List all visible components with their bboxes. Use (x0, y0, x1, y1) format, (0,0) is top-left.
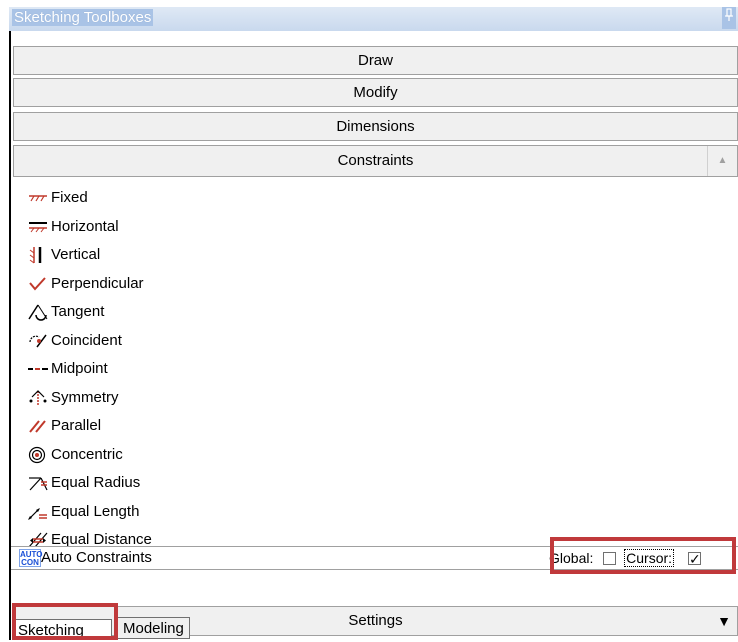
equal-length-icon (27, 503, 49, 521)
constraint-label: Concentric (51, 445, 123, 463)
auto-icon-bottom: CON (21, 558, 39, 567)
pin-icon[interactable] (722, 7, 736, 29)
section-constraints-label: Constraints (337, 152, 414, 169)
section-constraints[interactable]: Constraints ▲ (13, 145, 738, 177)
constraint-perpendicular[interactable]: Perpendicular (15, 270, 555, 299)
constraint-label: Symmetry (51, 388, 119, 406)
auto-constraints-icon: AUTO CON (19, 549, 43, 567)
constraint-equal-length[interactable]: Equal Length (15, 498, 555, 527)
constraint-parallel[interactable]: Parallel (15, 412, 555, 441)
constraint-label: Horizontal (51, 217, 119, 235)
fixed-icon (27, 189, 49, 207)
vertical-icon (27, 246, 49, 264)
constraint-fixed[interactable]: Fixed (15, 184, 555, 213)
title-bar: Sketching Toolboxes (9, 7, 738, 31)
scroll-up-icon[interactable]: ▲ (707, 146, 737, 176)
window-title: Sketching Toolboxes (12, 9, 154, 26)
coincident-icon (27, 332, 49, 350)
tangent-icon (27, 303, 49, 321)
cursor-label: Cursor: (624, 549, 675, 567)
global-label: Global: (549, 550, 594, 566)
constraint-equal-radius[interactable]: Equal Radius (15, 469, 555, 498)
constraint-label: Vertical (51, 246, 101, 264)
constraint-label: Perpendicular (51, 274, 144, 292)
constraint-tangent[interactable]: Tangent (15, 298, 555, 327)
constraint-label: Equal Length (51, 502, 140, 520)
constraints-list: Fixed Horizontal Vertical Perpendicular … (15, 184, 555, 555)
auto-constraints-row: AUTO CON Auto Constraints Global: Cursor… (11, 546, 738, 570)
constraint-label: Equal Radius (51, 474, 141, 492)
tab-sketching[interactable]: Sketching (12, 619, 112, 640)
equal-radius-icon (27, 474, 49, 492)
constraint-symmetry[interactable]: Symmetry (15, 384, 555, 413)
constraint-concentric[interactable]: Concentric (15, 441, 555, 470)
constraint-vertical[interactable]: Vertical (15, 241, 555, 270)
horizontal-icon (27, 218, 49, 236)
perpendicular-icon (27, 275, 49, 293)
constraint-label: Parallel (51, 417, 102, 435)
concentric-icon (27, 446, 49, 464)
cursor-checkbox[interactable] (687, 548, 701, 570)
global-checkbox[interactable] (603, 552, 617, 565)
constraint-horizontal[interactable]: Horizontal (15, 213, 555, 242)
section-dimensions[interactable]: Dimensions (13, 112, 738, 141)
constraint-label: Fixed (51, 189, 88, 207)
section-settings-label: Settings (348, 612, 403, 629)
constraint-label: Midpoint (51, 360, 108, 378)
chevron-down-icon[interactable]: ▼ (717, 607, 731, 635)
section-modify[interactable]: Modify (13, 78, 738, 107)
midpoint-icon (27, 360, 49, 378)
symmetry-icon (27, 389, 49, 407)
tab-modeling[interactable]: Modeling (117, 617, 190, 639)
parallel-icon (27, 417, 49, 435)
auto-constraints-label: Auto Constraints (41, 549, 152, 566)
constraint-label: Coincident (51, 331, 122, 349)
section-draw[interactable]: Draw (13, 46, 738, 75)
auto-constraints-options: Global: Cursor: (549, 547, 701, 570)
constraint-midpoint[interactable]: Midpoint (15, 355, 555, 384)
constraint-label: Tangent (51, 303, 105, 321)
constraint-coincident[interactable]: Coincident (15, 327, 555, 356)
